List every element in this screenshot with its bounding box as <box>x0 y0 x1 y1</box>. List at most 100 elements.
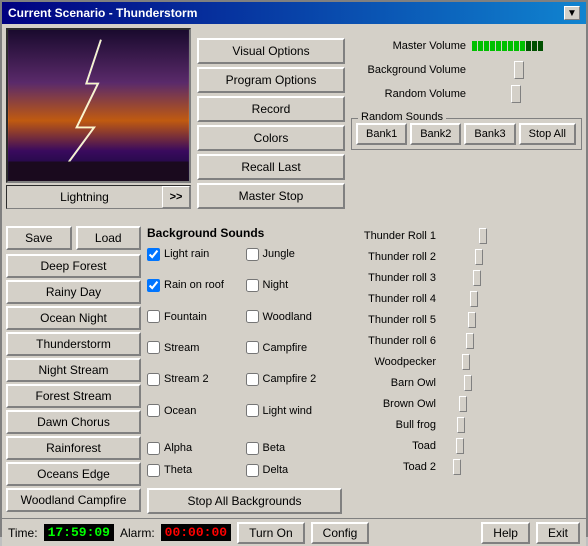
sound-checkbox-col1-2[interactable] <box>147 310 160 323</box>
random-sound-slider-4[interactable] <box>440 314 535 326</box>
sound-checkbox-col1-1[interactable] <box>147 279 160 292</box>
sound-checkbox-col2-3[interactable] <box>246 341 259 354</box>
random-sound-slider-7[interactable] <box>440 377 535 389</box>
random-sound-label-11: Toad 2 <box>348 461 436 473</box>
greek-label-col2-0[interactable]: Beta <box>263 442 286 454</box>
config-button[interactable]: Config <box>311 522 370 544</box>
master-volume-label: Master Volume <box>351 40 466 52</box>
scenario-button-9[interactable]: Woodland Campfire <box>6 488 141 512</box>
program-options-button[interactable]: Program Options <box>197 67 345 93</box>
bank1-button[interactable]: Bank1 <box>356 123 407 145</box>
minimize-button[interactable]: ▼ <box>564 6 580 20</box>
sound-checkbox-col2-2[interactable] <box>246 310 259 323</box>
sound-label-col2-1[interactable]: Night <box>263 279 289 291</box>
stop-all-button[interactable]: Stop All <box>519 123 576 145</box>
sound-checkbox-col2-5[interactable] <box>246 404 259 417</box>
recall-last-button[interactable]: Recall Last <box>197 154 345 180</box>
sound-label-col1-4[interactable]: Stream 2 <box>164 373 209 385</box>
bank-buttons-row: Bank1 Bank2 Bank3 Stop All <box>356 123 577 145</box>
sound-label-col1-5[interactable]: Ocean <box>164 405 196 417</box>
sound-label-col1-1[interactable]: Rain on roof <box>164 279 224 291</box>
scenario-button-7[interactable]: Rainforest <box>6 436 141 460</box>
bg-sounds-title: Background Sounds <box>147 226 342 240</box>
greek-label-col1-1[interactable]: Theta <box>164 464 192 476</box>
colors-button[interactable]: Colors <box>197 125 345 151</box>
sound-checkbox-col1-4[interactable] <box>147 373 160 386</box>
alarm-label: Alarm: <box>120 526 155 540</box>
bank3-button[interactable]: Bank3 <box>464 123 515 145</box>
sound-checkbox-col2-0[interactable] <box>246 248 259 261</box>
sound-checkbox-col2-1[interactable] <box>246 279 259 292</box>
preview-arrow-button[interactable]: >> <box>162 186 190 208</box>
preview-label-row: Lightning >> <box>6 185 191 209</box>
exit-button[interactable]: Exit <box>536 522 580 544</box>
sound-label-col2-4[interactable]: Campfire 2 <box>263 373 317 385</box>
random-sound-slider-5[interactable] <box>440 335 535 347</box>
random-sound-slider-2[interactable] <box>440 272 535 284</box>
background-volume-label: Background Volume <box>351 64 466 76</box>
random-sound-row-7: Barn Owl <box>348 373 582 393</box>
scenario-button-8[interactable]: Oceans Edge <box>6 462 141 486</box>
sound-row-col2-4: Campfire 2 <box>246 369 343 389</box>
random-sound-slider-1[interactable] <box>440 251 535 263</box>
greek-checkbox-col2-1[interactable] <box>246 464 259 477</box>
random-sound-slider-6[interactable] <box>440 356 535 368</box>
random-sound-label-4: Thunder roll 5 <box>348 314 436 326</box>
greek-checkbox-col1-1[interactable] <box>147 464 160 477</box>
main-window: Current Scenario - Thunderstorm ▼ <box>0 0 588 537</box>
content-area: Lightning >> Visual Options Program Opti… <box>2 24 586 518</box>
sound-checkbox-col1-5[interactable] <box>147 404 160 417</box>
sound-label-col1-3[interactable]: Stream <box>164 342 199 354</box>
random-sound-row-8: Brown Owl <box>348 394 582 414</box>
background-volume-slider[interactable] <box>472 63 552 77</box>
sound-label-col1-2[interactable]: Fountain <box>164 311 207 323</box>
sound-label-col2-0[interactable]: Jungle <box>263 248 295 260</box>
sound-checkbox-col2-4[interactable] <box>246 373 259 386</box>
sound-row-col2-1: Night <box>246 275 343 295</box>
scenario-button-6[interactable]: Dawn Chorus <box>6 410 141 434</box>
save-button[interactable]: Save <box>6 226 72 250</box>
sound-row-col1-0: Light rain <box>147 244 244 264</box>
random-sound-slider-3[interactable] <box>440 293 535 305</box>
sound-label-col1-0[interactable]: Light rain <box>164 248 209 260</box>
random-sounds-list-panel: Thunder Roll 1Thunder roll 2Thunder roll… <box>348 226 582 514</box>
scenario-panel: Save Load Deep ForestRainy DayOcean Nigh… <box>6 226 141 514</box>
scenario-button-2[interactable]: Ocean Night <box>6 306 141 330</box>
help-button[interactable]: Help <box>481 522 530 544</box>
visual-options-button[interactable]: Visual Options <box>197 38 345 64</box>
load-button[interactable]: Load <box>76 226 142 250</box>
random-sound-slider-8[interactable] <box>440 398 535 410</box>
sound-row-col2-5: Light wind <box>246 401 343 421</box>
greek-checkbox-col1-0[interactable] <box>147 442 160 455</box>
scenario-button-0[interactable]: Deep Forest <box>6 254 141 278</box>
sound-row-col2-2: Woodland <box>246 307 343 327</box>
sound-label-col2-3[interactable]: Campfire <box>263 342 308 354</box>
sound-label-col2-5[interactable]: Light wind <box>263 405 313 417</box>
preview-label: Lightning <box>7 190 162 204</box>
turn-on-button[interactable]: Turn On <box>237 522 305 544</box>
sound-label-col2-2[interactable]: Woodland <box>263 311 312 323</box>
bank2-button[interactable]: Bank2 <box>410 123 461 145</box>
random-sound-row-11: Toad 2 <box>348 457 582 477</box>
sound-row-col2-3: Campfire <box>246 338 343 358</box>
greek-label-col1-0[interactable]: Alpha <box>164 442 192 454</box>
scenario-button-3[interactable]: Thunderstorm <box>6 332 141 356</box>
stop-all-backgrounds-button[interactable]: Stop All Backgrounds <box>147 488 342 514</box>
random-sound-slider-9[interactable] <box>440 419 535 431</box>
random-sound-slider-11[interactable] <box>440 461 535 473</box>
record-button[interactable]: Record <box>197 96 345 122</box>
random-sound-label-8: Brown Owl <box>348 398 436 410</box>
random-sound-slider-10[interactable] <box>440 440 535 452</box>
random-sounds-groupbox: Random Sounds Bank1 Bank2 Bank3 Stop All <box>351 118 582 150</box>
sound-checkbox-col1-3[interactable] <box>147 341 160 354</box>
sound-checkbox-col1-0[interactable] <box>147 248 160 261</box>
greek-label-col2-1[interactable]: Delta <box>263 464 289 476</box>
scenario-button-1[interactable]: Rainy Day <box>6 280 141 304</box>
random-sound-slider-0[interactable] <box>440 230 535 242</box>
master-stop-button[interactable]: Master Stop <box>197 183 345 209</box>
sound-row-col1-5: Ocean <box>147 401 244 421</box>
random-volume-slider[interactable] <box>472 87 552 101</box>
scenario-button-5[interactable]: Forest Stream <box>6 384 141 408</box>
scenario-button-4[interactable]: Night Stream <box>6 358 141 382</box>
greek-checkbox-col2-0[interactable] <box>246 442 259 455</box>
